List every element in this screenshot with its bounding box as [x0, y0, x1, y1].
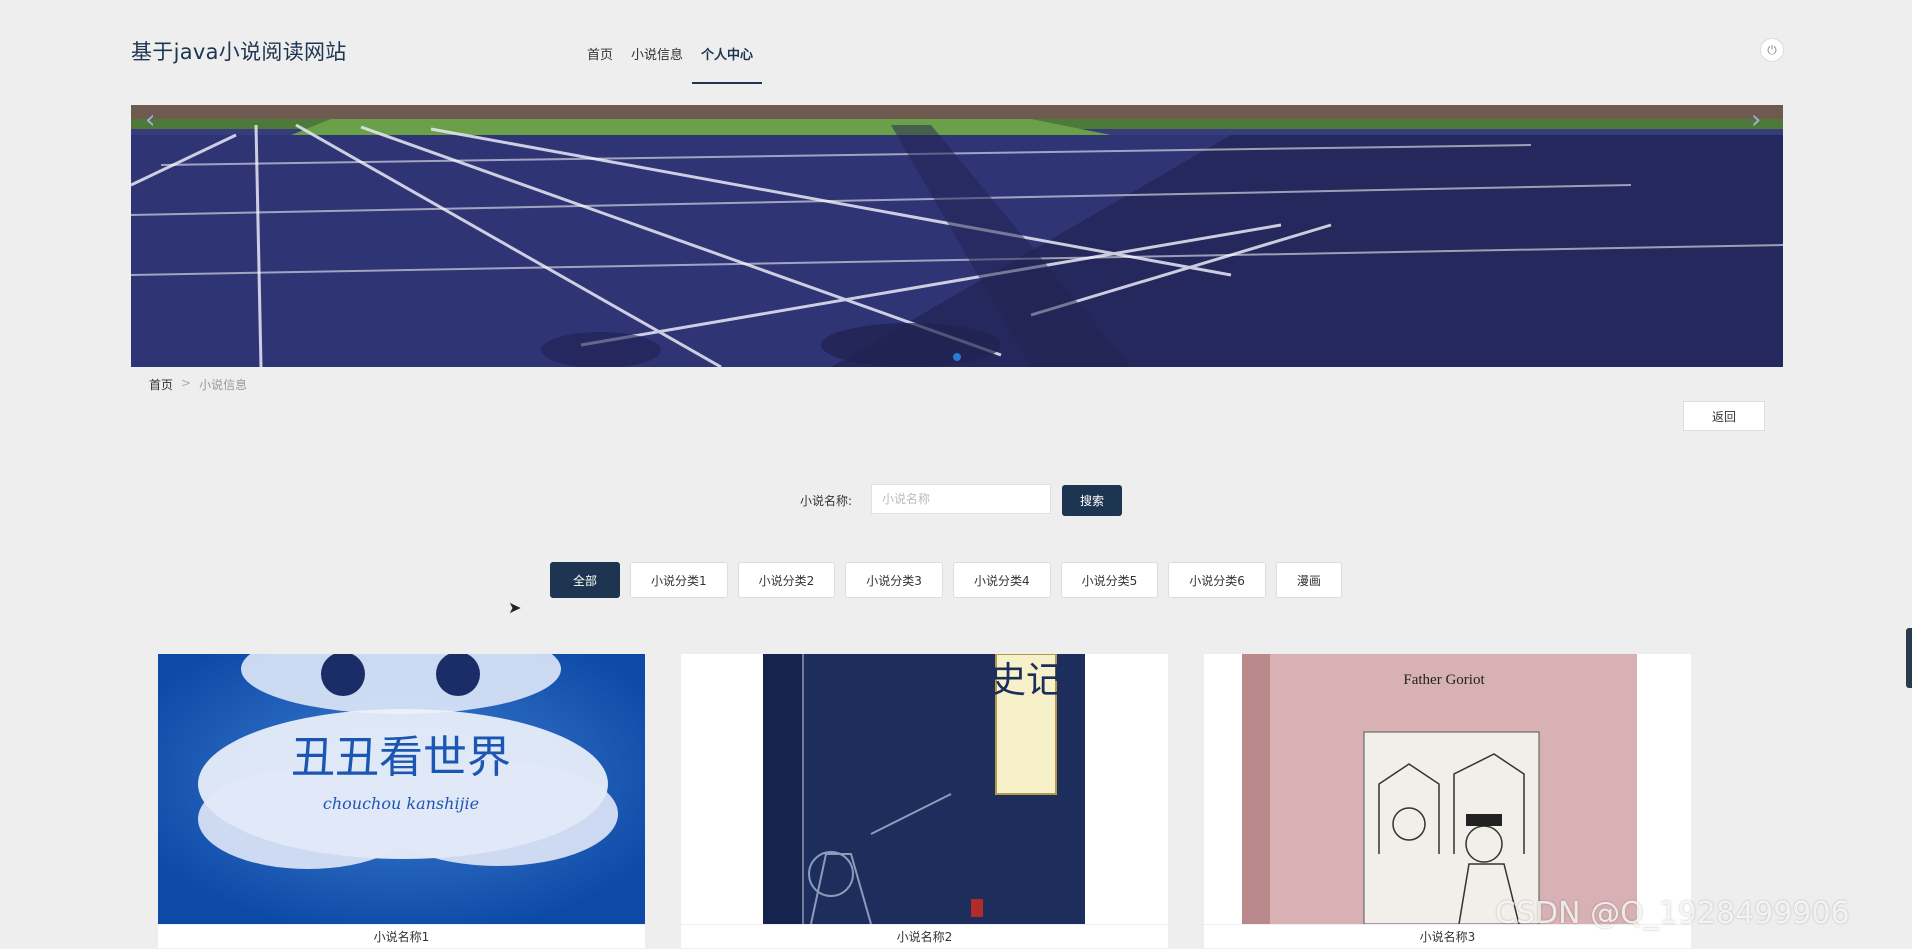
- search-label: 小说名称:: [800, 494, 853, 508]
- cover-2-title: 史记: [990, 660, 1062, 701]
- novel-title[interactable]: 小说名称1: [158, 924, 645, 949]
- carousel-dot[interactable]: [953, 353, 961, 361]
- cover-1-subtitle: chouchou kanshijie: [323, 794, 479, 813]
- novel-title[interactable]: 小说名称2: [681, 924, 1168, 949]
- search-button[interactable]: 搜索: [1062, 485, 1122, 516]
- site-title[interactable]: 基于java小说阅读网站: [131, 36, 347, 66]
- category-tab-6[interactable]: 小说分类6: [1168, 562, 1266, 598]
- main-nav: 首页 小说信息 个人中心: [578, 28, 763, 84]
- breadcrumb-home[interactable]: 首页: [149, 376, 173, 393]
- novel-card[interactable]: 史记 小说名称2: [681, 654, 1168, 948]
- mouse-cursor-icon: ➤: [508, 598, 522, 617]
- logout-power-icon[interactable]: ⏻: [1760, 38, 1784, 62]
- search-input[interactable]: [871, 484, 1051, 514]
- nav-novel-info[interactable]: 小说信息: [622, 28, 692, 84]
- cover-3-title: Father Goriot: [1403, 672, 1485, 688]
- breadcrumb-separator: >: [181, 376, 192, 390]
- category-tabs: 全部 小说分类1 小说分类2 小说分类3 小说分类4 小说分类5 小说分类6 漫…: [550, 562, 1342, 598]
- category-tab-3[interactable]: 小说分类3: [845, 562, 943, 598]
- novel-cover-image[interactable]: 丑丑看世界 chouchou kanshijie: [158, 654, 645, 924]
- banner-carousel: ‹ ›: [131, 105, 1783, 367]
- banner-track-image: [131, 105, 1783, 367]
- novel-cover-image[interactable]: Father Goriot: [1204, 654, 1691, 924]
- nav-personal-center[interactable]: 个人中心: [692, 28, 763, 84]
- back-button[interactable]: 返回: [1683, 401, 1765, 431]
- category-tab-comic[interactable]: 漫画: [1275, 562, 1342, 598]
- novel-card[interactable]: 丑丑看世界 chouchou kanshijie 小说名称1: [158, 654, 645, 948]
- carousel-next-icon[interactable]: ›: [1751, 105, 1761, 135]
- scroll-handle[interactable]: [1906, 628, 1912, 688]
- carousel-prev-icon[interactable]: ‹: [145, 105, 155, 135]
- category-tab-4[interactable]: 小说分类4: [952, 562, 1051, 598]
- csdn-watermark: CSDN @Q_1928499906: [1495, 896, 1850, 931]
- category-tab-1[interactable]: 小说分类1: [630, 562, 728, 598]
- nav-home[interactable]: 首页: [578, 28, 622, 84]
- breadcrumb: 首页 > 小说信息: [149, 376, 247, 393]
- category-tab-all[interactable]: 全部: [550, 562, 621, 598]
- category-tab-2[interactable]: 小说分类2: [737, 562, 836, 598]
- novel-cover-image[interactable]: 史记: [681, 654, 1168, 924]
- cover-1-title: 丑丑看世界: [291, 732, 511, 783]
- category-tab-5[interactable]: 小说分类5: [1060, 562, 1159, 598]
- breadcrumb-current: 小说信息: [199, 378, 248, 392]
